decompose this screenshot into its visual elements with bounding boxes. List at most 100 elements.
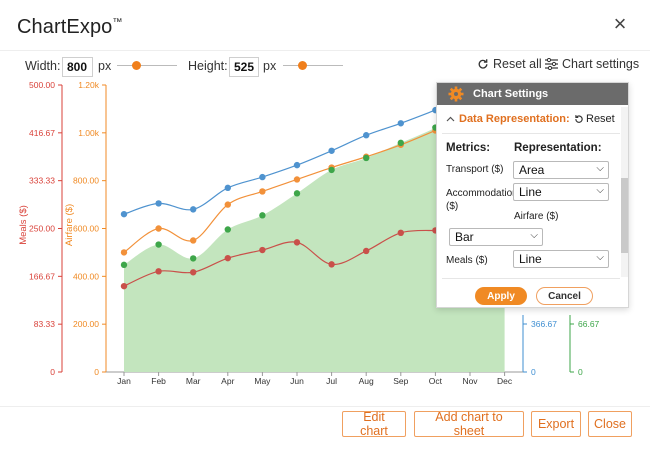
reset-icon: [575, 115, 583, 123]
trademark: ™: [112, 17, 123, 28]
y-tick-label: 0: [578, 367, 583, 377]
height-input[interactable]: 525: [229, 57, 259, 77]
data-point: [190, 255, 197, 262]
edit-chart-button[interactable]: Edit chart: [342, 410, 406, 438]
data-point: [190, 269, 197, 276]
chevron-down-icon: ⌵: [530, 230, 538, 241]
chevron-up-icon: [446, 116, 455, 122]
x-tick-label: Dec: [497, 376, 513, 386]
x-tick-label: Jul: [326, 376, 337, 386]
data-point: [120, 210, 128, 218]
chart-settings-button[interactable]: Chart settings: [545, 57, 639, 71]
divider: [0, 50, 650, 51]
data-point: [397, 120, 404, 127]
x-tick-label: Aug: [359, 376, 374, 386]
chart-settings-panel: Chart Settings Data Representation: Rese…: [436, 82, 629, 308]
data-point: [224, 254, 231, 262]
reset-icon: [478, 59, 488, 69]
y-tick-label: 200.00: [73, 319, 99, 329]
y-tick-label: 800.00: [73, 176, 99, 186]
y-tick-label: 1.00k: [78, 128, 100, 138]
y-tick-label: 366.67: [531, 319, 557, 329]
width-slider[interactable]: [117, 60, 177, 70]
data-point: [363, 132, 370, 139]
y-tick-label: 0: [50, 367, 55, 377]
data-point: [363, 247, 370, 255]
width-input[interactable]: 800: [62, 57, 93, 77]
chevron-down-icon: ⌵: [596, 185, 604, 196]
data-point: [120, 261, 128, 269]
metric-label-transport: Transport ($): [446, 164, 504, 175]
width-slider-knob[interactable]: [132, 61, 142, 70]
data-point: [190, 237, 197, 244]
panel-reset-button[interactable]: Reset: [574, 113, 615, 125]
data-point: [328, 261, 335, 268]
chevron-down-icon: ⌵: [596, 252, 604, 263]
representation-select-meals[interactable]: Line ⌵: [513, 250, 609, 268]
data-point: [293, 239, 301, 246]
data-point: [259, 246, 266, 254]
metric-label-airfare: Airfare ($): [514, 211, 559, 222]
x-tick-label: Sep: [393, 376, 408, 386]
x-tick-label: Apr: [221, 376, 234, 386]
panel-title: Chart Settings: [473, 88, 549, 100]
data-point: [259, 173, 266, 181]
apply-button[interactable]: Apply: [475, 287, 527, 305]
data-point: [120, 282, 128, 290]
data-point: [224, 226, 231, 233]
data-representation-toggle[interactable]: Data Representation:: [446, 113, 570, 125]
representation-select-accommodation[interactable]: Line ⌵: [513, 183, 609, 201]
x-tick-label: Nov: [462, 376, 478, 386]
data-point: [224, 201, 231, 208]
panel-scrollbar-thumb[interactable]: [621, 178, 628, 253]
x-tick-label: Feb: [151, 376, 166, 386]
data-point: [224, 184, 231, 192]
cancel-button[interactable]: Cancel: [536, 287, 593, 305]
app-title: ChartExpo™: [17, 16, 123, 38]
y-axis-title: Meals ($): [18, 205, 29, 245]
panel-header: Chart Settings: [437, 83, 628, 105]
y-tick-label: 0: [531, 367, 536, 377]
height-slider-knob[interactable]: [298, 61, 308, 70]
y-tick-label: 250.00: [29, 224, 55, 234]
representation-select-transport[interactable]: Area ⌵: [513, 161, 609, 179]
data-point: [190, 206, 197, 213]
data-point: [155, 241, 162, 248]
gear-icon: [448, 86, 464, 102]
y-tick-label: 416.67: [29, 128, 55, 138]
sliders-icon: [545, 58, 558, 70]
data-point: [259, 212, 266, 219]
close-button[interactable]: Close: [588, 411, 632, 437]
chart-settings-label: Chart settings: [562, 57, 640, 71]
close-icon[interactable]: ×: [610, 13, 630, 35]
data-point: [155, 268, 162, 275]
y-tick-label: 500.00: [29, 80, 55, 90]
representation-select-airfare[interactable]: Bar ⌵: [449, 228, 543, 246]
data-point: [155, 225, 162, 232]
reset-all-label: Reset all: [493, 57, 542, 71]
add-chart-to-sheet-button[interactable]: Add chart to sheet: [414, 410, 524, 438]
data-point: [397, 139, 404, 147]
height-unit: px: [263, 59, 277, 73]
y-tick-label: 66.67: [578, 319, 600, 329]
metric-label-accommodation: Accommodation ($): [446, 188, 518, 212]
width-label: Width:: [25, 59, 61, 73]
reset-all-button[interactable]: Reset all: [477, 57, 542, 71]
width-unit: px: [98, 59, 112, 73]
data-point: [293, 176, 301, 183]
metric-label-meals: Meals ($): [446, 255, 488, 266]
x-tick-label: Oct: [429, 376, 443, 386]
data-point: [293, 161, 301, 169]
data-point: [397, 229, 404, 237]
y-tick-label: 83.33: [34, 319, 56, 329]
y-tick-label: 600.00: [73, 224, 99, 234]
data-point: [328, 147, 335, 154]
data-point: [259, 188, 266, 195]
height-slider[interactable]: [283, 60, 343, 70]
y-tick-label: 1.20k: [78, 80, 100, 90]
x-tick-label: Jun: [290, 376, 304, 386]
export-button[interactable]: Export: [531, 411, 581, 437]
x-tick-label: May: [254, 376, 271, 386]
data-point: [120, 249, 128, 256]
data-point: [363, 154, 370, 162]
